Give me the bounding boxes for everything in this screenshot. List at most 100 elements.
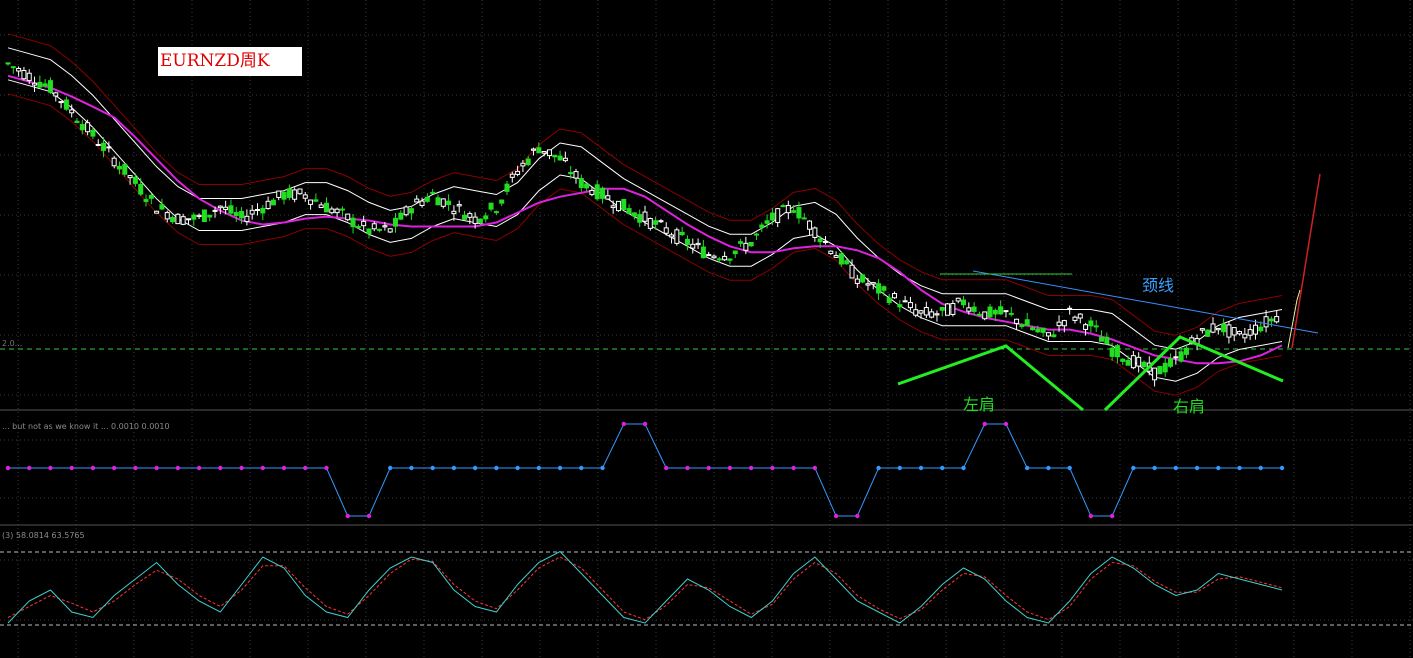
candle-body — [90, 129, 96, 137]
candle-body — [212, 209, 218, 212]
candle-body — [785, 204, 791, 214]
candle-body — [1205, 329, 1211, 337]
candle-body — [950, 303, 956, 315]
candle-body — [1120, 358, 1126, 362]
candle-body — [196, 214, 202, 217]
indicator1-dot — [940, 465, 945, 471]
inner-envelope-lower — [7, 79, 1283, 382]
candle-body — [934, 313, 940, 316]
candle-body — [1088, 320, 1094, 327]
indicator1-dot — [1046, 465, 1051, 471]
candle-body — [1274, 316, 1280, 323]
candle-body — [1056, 321, 1062, 327]
candle-body — [1024, 319, 1030, 326]
candle-body — [5, 62, 11, 65]
candle-body — [138, 184, 144, 195]
indicator1-dot — [1067, 465, 1072, 471]
candle-body — [63, 99, 69, 110]
indicator1-dot — [69, 465, 74, 471]
candle-body — [366, 228, 372, 235]
candle-body — [621, 198, 627, 210]
candle-body — [477, 218, 483, 223]
candle-body — [562, 157, 568, 162]
head-shoulders-pattern — [897, 173, 1321, 412]
candle-body — [695, 242, 701, 246]
indicator1-dot — [366, 513, 372, 519]
candle-body — [313, 199, 319, 202]
candle-body — [520, 162, 526, 167]
candle-body — [891, 293, 897, 299]
indicator1-dot — [918, 465, 924, 471]
candle-body — [116, 165, 122, 170]
candle-body — [440, 198, 446, 207]
candle-body — [154, 210, 160, 214]
candle-body — [408, 208, 414, 214]
candle-body — [1237, 331, 1243, 335]
candle-body — [1183, 347, 1189, 355]
candle-body — [1157, 365, 1163, 375]
candle-body — [653, 220, 659, 225]
indicator1-info: ... but not as we know it ... 0.0010 0.0… — [2, 422, 170, 431]
indicator1-dot — [706, 465, 711, 471]
candle-body — [881, 286, 887, 291]
candle-body — [796, 207, 802, 219]
candle-body — [1268, 318, 1274, 322]
candle-body — [21, 69, 27, 80]
indicator1-dot — [833, 513, 839, 519]
candle-body — [175, 213, 181, 225]
candle-body — [658, 220, 664, 223]
candle-body — [631, 212, 637, 217]
candle-body — [254, 208, 260, 211]
candle-body — [759, 224, 765, 228]
candle-body — [748, 241, 754, 247]
candle-body — [674, 229, 680, 244]
candle-body — [897, 304, 903, 308]
indicator1-dot — [897, 465, 902, 471]
indicator1-dot — [451, 465, 457, 471]
candle-body — [472, 216, 478, 225]
stoch-main-line — [7, 550, 1283, 624]
candle-body — [308, 199, 314, 205]
indicator1-dot — [260, 465, 265, 471]
candle-body — [1130, 355, 1136, 369]
candle-body — [111, 157, 117, 167]
candle-body — [1019, 324, 1025, 327]
candle-body — [822, 240, 828, 243]
candle-body — [430, 191, 436, 194]
candle-body — [361, 220, 367, 227]
candle-body — [961, 299, 966, 306]
candle-body — [345, 213, 351, 221]
candle-body — [647, 218, 653, 229]
candle-body — [976, 313, 982, 316]
indicator1-dot — [27, 465, 32, 471]
candle-body — [546, 149, 552, 157]
candle-body — [339, 208, 345, 211]
outer-envelope-upper — [7, 33, 1283, 336]
candle-body — [122, 163, 128, 175]
candle-body — [690, 243, 696, 249]
candle-body — [244, 215, 250, 223]
projection-line — [1291, 173, 1321, 349]
candle-body — [679, 231, 685, 236]
indicator1-dot — [430, 465, 435, 471]
candle-body — [47, 80, 53, 93]
indicator1-dot — [1088, 513, 1094, 519]
candle-body — [923, 307, 929, 316]
candle-body — [849, 264, 855, 279]
candle-body — [769, 212, 775, 221]
candle-body — [207, 214, 213, 218]
candle-body — [663, 227, 669, 234]
candle-body — [971, 306, 977, 312]
candle-body — [992, 309, 998, 315]
price-chart-canvas[interactable] — [0, 0, 1413, 658]
candle-body — [1178, 351, 1184, 362]
candle-body — [536, 147, 542, 154]
candle-body — [907, 302, 913, 309]
candle-body — [780, 205, 786, 208]
indicator1-dot — [324, 465, 329, 471]
indicator1-dot — [1152, 465, 1157, 471]
right-shoulder-label: 右肩 — [1173, 397, 1206, 416]
candle-body — [1199, 328, 1205, 331]
candle-body — [1173, 356, 1179, 359]
candle-body — [807, 220, 813, 230]
